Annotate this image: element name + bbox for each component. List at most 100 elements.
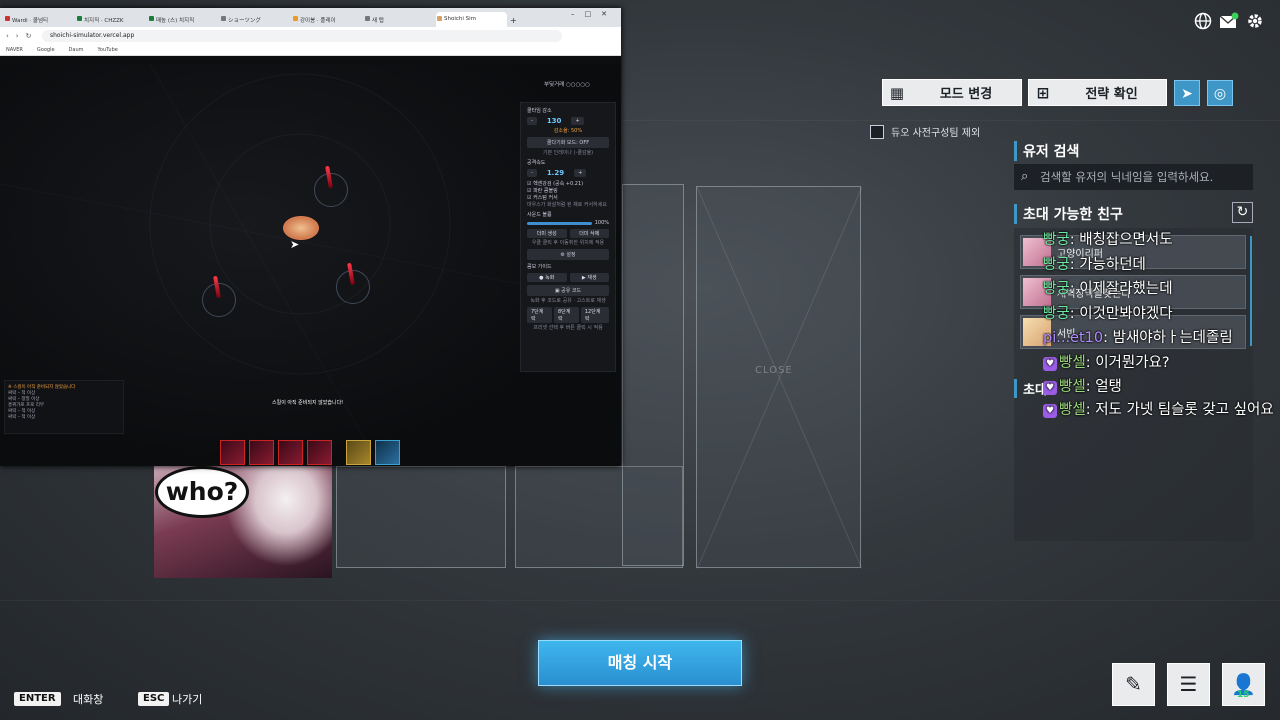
replay-button[interactable]: ▶ 재생: [569, 273, 609, 282]
tab-favicon: [149, 16, 154, 21]
mail-icon[interactable]: [1218, 12, 1240, 34]
tab-favicon: [437, 16, 442, 21]
bookmark[interactable]: Google: [37, 47, 55, 53]
skill-slot[interactable]: [249, 440, 274, 465]
match-start-button[interactable]: 매칭 시작: [538, 640, 742, 686]
cooldown-value[interactable]: 130: [547, 117, 562, 125]
new-tab-button[interactable]: +: [508, 12, 522, 27]
cursor-mode-button[interactable]: ➤: [1174, 80, 1200, 106]
user-search-title: 유저 검색: [1014, 141, 1079, 161]
skill-slot[interactable]: [220, 440, 245, 465]
chat-text: 저도 가넷 팀슬롯 갖고 싶어요: [1095, 401, 1274, 418]
record-button[interactable]: ● 녹화: [527, 273, 567, 282]
enemy-target[interactable]: [336, 270, 370, 304]
browser-tab[interactable]: Wardi · 콜넘티: [4, 12, 75, 27]
bookmark[interactable]: YouTube: [98, 47, 118, 53]
tab-favicon: [365, 16, 370, 21]
user-search-input[interactable]: ⌕ 검색할 유저의 닉네임을 입력하세요.: [1014, 164, 1253, 190]
skill-slot[interactable]: [278, 440, 303, 465]
duo-label: 듀오 사전구성팀 제외: [891, 128, 981, 139]
tab-favicon: [5, 16, 10, 21]
attack-speed-value[interactable]: 1.29: [547, 169, 564, 177]
team-slot-2: [336, 466, 506, 568]
heart-badge-icon: ♥: [1043, 403, 1057, 418]
invite-section-title: 초대: [1014, 379, 1047, 398]
slider-track[interactable]: [527, 221, 592, 225]
edit-icon: ✎: [1125, 672, 1142, 696]
chat-text: 이것만봐야겠다: [1079, 305, 1173, 322]
chat-text: 밤새야하ㅏ는데졸림: [1112, 330, 1233, 346]
browser-tab[interactable]: 매높 (스) 치지직: [148, 12, 219, 27]
list-button[interactable]: ☰: [1167, 663, 1210, 706]
enemy-target[interactable]: [314, 173, 348, 207]
nav-arrows-icon[interactable]: ‹›↻: [6, 32, 38, 40]
refresh-icon: ↻: [1236, 204, 1249, 220]
browser-window: Wardi · 콜넘티 치지직 · CHZZK 매높 (스) 치지직 ショーツン…: [0, 8, 621, 466]
bookmark[interactable]: Daum: [69, 47, 84, 53]
dummy-create-button[interactable]: 더미 생성: [527, 229, 567, 238]
chat-message: ♥ 빵셀: 이거뭔가요?: [1043, 351, 1278, 376]
browser-tab[interactable]: 강이봉 · 플레이: [292, 12, 363, 27]
mouse-cursor-icon: ➤: [290, 238, 300, 251]
settings-button[interactable]: ⚙ 설정: [527, 249, 609, 260]
search-icon: ⌕: [1021, 169, 1029, 184]
streamer-image: who?: [154, 466, 332, 578]
team-slot-closed: CLOSE: [696, 186, 862, 569]
checkbox-row[interactable]: ☑ 파란 콤볼링: [527, 187, 609, 194]
team-slot-1: [622, 184, 684, 566]
decrement-button[interactable]: -: [527, 117, 537, 125]
decrement-button[interactable]: -: [527, 169, 537, 177]
chat-message: 빵궁: 이것만봐야겠다: [1043, 305, 1173, 322]
edit-button[interactable]: ✎: [1112, 663, 1155, 706]
address-bar: ‹›↻ shoichi-simulator.vercel.app: [0, 27, 621, 45]
top-status: 부딪거래 ○○○○○: [544, 82, 590, 88]
share-code-button[interactable]: ▣ 공유 코드: [527, 285, 609, 296]
bookmark[interactable]: NAVER: [6, 47, 23, 53]
url-field[interactable]: shoichi-simulator.vercel.app: [42, 30, 562, 42]
duo-checkbox[interactable]: [870, 124, 884, 139]
strategy-check-button[interactable]: ⊞ 전략 확인: [1028, 79, 1167, 106]
chat-text: 가능하던데: [1079, 256, 1146, 273]
chat-user: pi...et10: [1043, 330, 1104, 346]
mode-change-button[interactable]: ▦ 모드 변경: [882, 79, 1022, 106]
list-icon: ☰: [1179, 672, 1198, 696]
tab-label: 치지직 · CHZZK: [84, 18, 124, 24]
preset-button[interactable]: 7단계락: [527, 307, 552, 323]
checkbox-row[interactable]: ☑ 헥센강검 (공속 +0.21): [527, 180, 609, 187]
skill-slot[interactable]: [307, 440, 332, 465]
chat-user: 빵궁: [1043, 232, 1070, 248]
browser-tab[interactable]: 새 탭: [364, 12, 435, 27]
skill-slot[interactable]: [375, 440, 400, 465]
checkbox-row[interactable]: ☑ 커스텀 커서: [527, 194, 609, 201]
game-lobby: { "top_icons": {"globe": "globe-icon", "…: [0, 0, 1280, 720]
refresh-button[interactable]: ↻: [1232, 202, 1253, 223]
preset-button[interactable]: 12단계락: [580, 307, 609, 323]
dummy-delete-button[interactable]: 더미 삭제: [569, 229, 609, 238]
globe-icon[interactable]: [1192, 12, 1214, 34]
enemy-target[interactable]: [202, 283, 236, 317]
tab-label: Shoichi Sim: [444, 16, 477, 22]
hint-box: ※ 스킬이 아직 준비되지 않았습니다 싸락 – 적 이상 싸락 – 정밀 이상…: [4, 380, 124, 434]
chat-user: 빵셀: [1059, 354, 1086, 371]
player-character[interactable]: [283, 216, 319, 240]
tab-strip: Wardi · 콜넘티 치지직 · CHZZK 매높 (스) 치지직 ショーツン…: [0, 8, 621, 27]
increment-button[interactable]: +: [571, 117, 584, 125]
browser-tab[interactable]: ショーツング: [220, 12, 291, 27]
cursor-icon: ➤: [1181, 86, 1193, 102]
gear-icon[interactable]: [1244, 12, 1266, 34]
sound-slider[interactable]: 100%: [527, 220, 609, 226]
skill-slot[interactable]: [346, 440, 371, 465]
auto-mode-toggle[interactable]: 쿨다기화 모드: OFF: [527, 137, 609, 148]
window-controls[interactable]: –□✕: [571, 10, 617, 18]
duo-exclude-option[interactable]: 듀오 사전구성팀 제외: [870, 124, 980, 139]
browser-tab[interactable]: 치지직 · CHZZK: [76, 12, 147, 27]
chat-overlay: 빵궁: 배칭잡으면서도 빵궁: 가능하던데 빵궁: 이제잘라했는데 빵궁: 이것…: [1043, 228, 1278, 421]
simulator-canvas[interactable]: ➤ 부딪거래 ○○○○○ 쿨타임 감소 - 130 + 감소율: 50% 쿨다기…: [0, 64, 621, 466]
chat-key-label[interactable]: 대화창: [73, 691, 103, 707]
browser-tab-active[interactable]: Shoichi Sim: [436, 12, 507, 27]
center-message: 스킬이 아직 준비되지 않았습니다!: [272, 400, 344, 406]
increment-button[interactable]: +: [574, 169, 587, 177]
voice-button[interactable]: ◎: [1207, 80, 1233, 106]
exit-key-label[interactable]: 나가기: [172, 691, 202, 707]
preset-button[interactable]: 8단계락: [553, 307, 579, 323]
